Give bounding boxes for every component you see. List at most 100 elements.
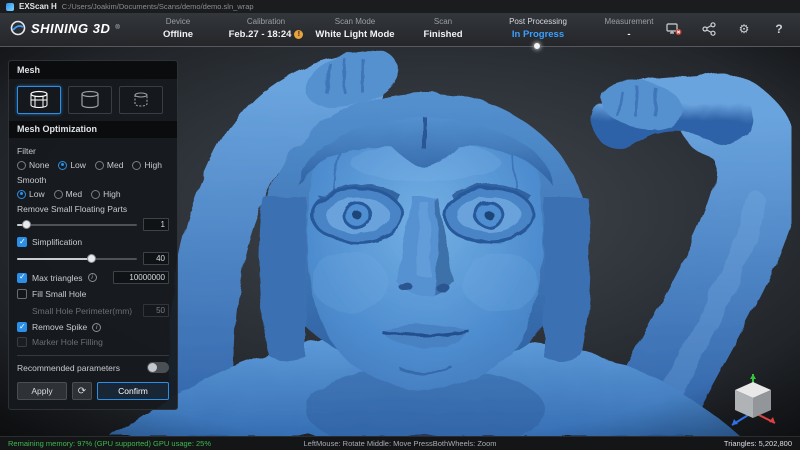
mesh-type-unwatertight-button[interactable] xyxy=(68,86,112,114)
remove-spike-checkbox[interactable] xyxy=(17,322,27,332)
panel-divider xyxy=(17,355,169,356)
smooth-radio-group: Low Med High xyxy=(17,189,169,199)
slider-track xyxy=(17,224,137,227)
nav-icon-group: ⚙ ? xyxy=(665,21,788,37)
smooth-option-high[interactable]: High xyxy=(91,189,120,199)
memory-status-text: Remaining memory: 97% (GPU supported) GP… xyxy=(8,439,211,448)
radio-label: Med xyxy=(66,189,83,199)
smooth-label: Smooth xyxy=(17,175,169,185)
remove-floating-label: Remove Small Floating Parts xyxy=(17,204,169,214)
step-value: Finished xyxy=(408,29,478,40)
remove-floating-value-input[interactable] xyxy=(143,218,169,231)
radio-icon xyxy=(95,161,104,170)
mesh-type-buttons xyxy=(9,79,177,121)
exscan-app-window: EXScan H C:/Users/Joakim/Documents/Scans… xyxy=(0,0,800,450)
max-triangles-checkbox[interactable] xyxy=(17,273,27,283)
step-value: - xyxy=(596,29,662,40)
settings-gear-icon[interactable]: ⚙ xyxy=(735,21,753,37)
max-triangles-info-icon[interactable]: i xyxy=(88,273,97,282)
slider-handle[interactable] xyxy=(87,254,96,263)
simplification-value-input[interactable] xyxy=(143,252,169,265)
top-nav-bar: SHINING 3D ® Device Offline Calibration … xyxy=(0,13,800,47)
nav-step-post-processing[interactable]: Post Processing In Progress xyxy=(486,17,590,40)
nav-step-measurement[interactable]: Measurement - xyxy=(596,17,662,40)
slider-handle[interactable] xyxy=(22,220,31,229)
device-status-icon[interactable] xyxy=(665,21,683,37)
recommended-parameters-row: Recommended parameters xyxy=(17,362,169,373)
step-value: In Progress xyxy=(486,29,590,40)
step-value: White Light Mode xyxy=(306,29,404,40)
brand-logo: SHINING 3D ® xyxy=(10,20,120,36)
simplification-slider[interactable] xyxy=(17,254,137,263)
app-icon xyxy=(6,3,14,11)
mesh-type-watertight-button[interactable] xyxy=(17,86,61,114)
step-label: Device xyxy=(146,17,210,26)
remove-floating-slider[interactable] xyxy=(17,220,137,229)
reset-refresh-button[interactable]: ⟳ xyxy=(72,382,92,400)
radio-label: Low xyxy=(29,189,45,199)
mesh-cylinder-grid-icon xyxy=(27,90,51,110)
max-triangles-row: Max triangles i xyxy=(17,271,169,284)
calibration-warning-icon: ! xyxy=(294,30,303,39)
filter-option-high[interactable]: High xyxy=(132,160,161,170)
nav-step-device[interactable]: Device Offline xyxy=(146,17,210,40)
step-label: Scan xyxy=(408,17,478,26)
marker-hole-filling-checkbox[interactable] xyxy=(17,337,27,347)
simplification-slider-row xyxy=(17,252,169,265)
radio-label: None xyxy=(29,160,49,170)
recommended-parameters-toggle[interactable] xyxy=(147,362,169,373)
confirm-button[interactable]: Confirm xyxy=(97,382,169,400)
mesh-panel: Mesh Mesh Optimization xyxy=(8,60,178,410)
filter-option-med[interactable]: Med xyxy=(95,160,124,170)
mouse-hints-text: LeftMouse: Rotate Middle: Move PressBoth… xyxy=(303,439,496,448)
mesh-optimization-header: Mesh Optimization xyxy=(9,121,177,138)
radio-label: Low xyxy=(70,160,86,170)
simplification-label: Simplification xyxy=(32,237,82,247)
max-triangles-value-input[interactable] xyxy=(113,271,169,284)
remove-spike-info-icon[interactable]: i xyxy=(92,323,101,332)
brand-reg-mark: ® xyxy=(115,25,119,31)
remove-spike-row: Remove Spike i xyxy=(17,322,169,332)
share-icon[interactable] xyxy=(700,21,718,37)
brand-name: SHINING 3D xyxy=(31,21,110,36)
nav-step-calibration[interactable]: Calibration Feb.27 - 18:24 ! xyxy=(220,17,312,40)
smooth-option-med[interactable]: Med xyxy=(54,189,83,199)
active-stage-indicator-dot xyxy=(533,42,541,50)
orientation-cube[interactable] xyxy=(724,370,782,428)
simplification-checkbox[interactable] xyxy=(17,237,27,247)
small-hole-perimeter-input[interactable] xyxy=(143,304,169,317)
slider-fill xyxy=(17,258,91,261)
max-triangles-label: Max triangles xyxy=(32,273,83,283)
radio-selected-icon xyxy=(17,190,26,199)
mesh-cylinder-points-icon xyxy=(129,90,153,110)
step-label: Measurement xyxy=(596,17,662,26)
apply-button[interactable]: Apply xyxy=(17,382,67,400)
step-label: Scan Mode xyxy=(306,17,404,26)
radio-selected-icon xyxy=(58,161,67,170)
remove-floating-row xyxy=(17,218,169,231)
smooth-option-low[interactable]: Low xyxy=(17,189,45,199)
radio-label: Med xyxy=(107,160,124,170)
step-value: Offline xyxy=(146,29,210,40)
small-hole-perimeter-row: Small Hole Perimeter(mm) xyxy=(17,304,169,317)
radio-label: High xyxy=(103,189,120,199)
filter-option-none[interactable]: None xyxy=(17,160,49,170)
radio-label: High xyxy=(144,160,161,170)
title-bar: EXScan H C:/Users/Joakim/Documents/Scans… xyxy=(0,0,800,13)
marker-hole-filling-row: Marker Hole Filling xyxy=(17,337,169,347)
filter-label: Filter xyxy=(17,146,169,156)
panel-action-buttons: Apply ⟳ Confirm xyxy=(17,382,169,400)
step-label: Post Processing xyxy=(486,17,590,26)
filter-option-low[interactable]: Low xyxy=(58,160,86,170)
step-value: Feb.27 - 18:24 ! xyxy=(220,29,312,40)
fill-small-hole-checkbox[interactable] xyxy=(17,289,27,299)
nav-step-scan[interactable]: Scan Finished xyxy=(408,17,478,40)
triangle-count-text: Triangles: 5,202,800 xyxy=(724,439,792,448)
help-icon[interactable]: ? xyxy=(770,21,788,37)
remove-spike-label: Remove Spike xyxy=(32,322,87,332)
simplification-row: Simplification xyxy=(17,237,169,247)
project-file-path: C:/Users/Joakim/Documents/Scans/demo/dem… xyxy=(62,2,254,11)
shining3d-logo-icon xyxy=(10,20,26,36)
nav-step-scan-mode[interactable]: Scan Mode White Light Mode xyxy=(306,17,404,40)
mesh-type-pointcloud-button[interactable] xyxy=(119,86,163,114)
